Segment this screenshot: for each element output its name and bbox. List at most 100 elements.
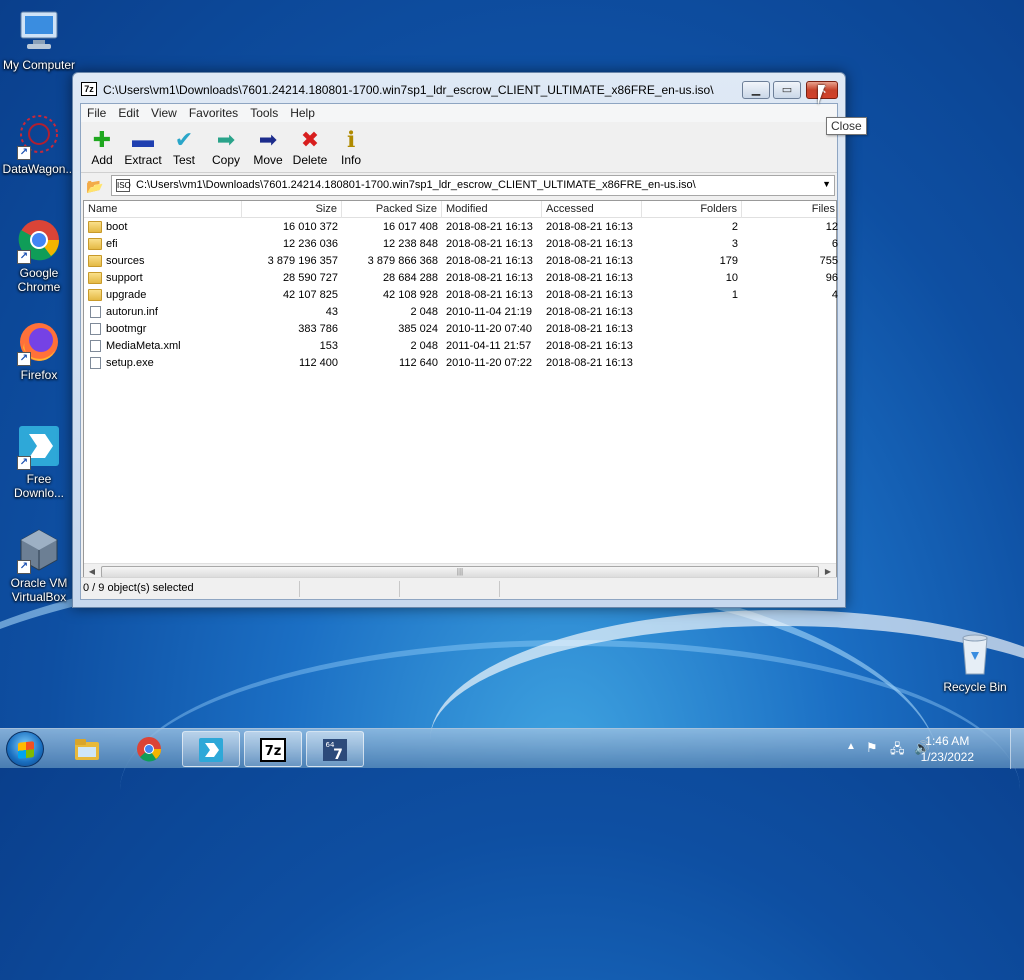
cell-size: 12 236 036 — [282, 238, 338, 250]
menu-edit[interactable]: Edit — [112, 104, 145, 122]
title-bar[interactable]: 7z C:\Users\vm1\Downloads\7601.24214.180… — [73, 73, 845, 103]
action-center-flag-icon[interactable]: ⚑ — [866, 740, 878, 756]
column-header-folders[interactable]: Folders — [642, 201, 742, 218]
cell-modified: 2010-11-04 21:19 — [446, 306, 533, 318]
column-header-files[interactable]: Files — [742, 201, 840, 218]
cell-packed-size: 3 879 866 368 — [367, 255, 438, 267]
status-divider — [499, 581, 500, 597]
status-divider — [299, 581, 300, 597]
cell-files: 12 — [825, 221, 838, 233]
taskbar-7zip-x64[interactable]: 64 7 — [306, 731, 364, 767]
cell-size: 28 590 727 — [282, 272, 338, 284]
chrome-icon — [137, 737, 162, 762]
cell-folders: 179 — [719, 255, 738, 267]
table-row[interactable]: efi 12 236 036 12 238 848 2018-08-21 16:13 2… — [84, 236, 838, 253]
taskbar-chrome[interactable] — [120, 731, 178, 767]
delete-button[interactable]: ✖ Delete — [291, 127, 329, 171]
address-path: C:\Users\vm1\Downloads\7601.24214.180801… — [136, 179, 696, 191]
folder-icon — [88, 255, 102, 267]
desktop-icon-datawagon[interactable]: ↗ DataWagon... — [0, 112, 78, 176]
column-header-packed-size[interactable]: Packed Size — [342, 201, 442, 218]
desktop-icon-my-computer[interactable]: My Computer — [0, 8, 78, 72]
cell-packed-size: 42 108 928 — [382, 289, 438, 301]
maximize-button[interactable]: ▭ — [773, 81, 801, 99]
menu-favorites[interactable]: Favorites — [183, 104, 244, 122]
copy-arrow-icon: ➡ — [216, 127, 236, 152]
explorer-folder-icon — [75, 739, 99, 760]
recycle-bin-icon — [951, 630, 999, 678]
menu-view[interactable]: View — [145, 104, 183, 122]
taskbar: 7z 64 7 ▲ ⚑ 🖧 🔊 1:46 AM 1/23/2022 — [0, 728, 1024, 769]
show-hidden-icons-icon[interactable]: ▲ — [846, 741, 856, 752]
test-button[interactable]: ✔ Test — [167, 127, 201, 171]
network-icon[interactable]: 🖧 — [890, 740, 905, 762]
desktop-icon-label: Google Chrome — [17, 266, 61, 294]
cell-accessed: 2018-08-21 16:13 — [546, 306, 633, 318]
cell-folders: 1 — [731, 289, 738, 301]
column-header-accessed[interactable]: Accessed — [542, 201, 642, 218]
file-icon — [90, 340, 101, 352]
cell-files — [742, 304, 838, 321]
cell-packed-size: 16 017 408 — [382, 221, 438, 233]
minimize-button[interactable]: ▁ — [742, 81, 770, 99]
table-row[interactable]: autorun.inf 43 2 048 2010-11-04 21:19 2018-0… — [84, 304, 836, 321]
7zip-app-icon: 7z — [81, 82, 97, 96]
table-row[interactable]: bootmgr 383 786 385 024 2010-11-20 07:40 201… — [84, 321, 836, 338]
up-folder-button[interactable]: 📂 — [83, 176, 107, 196]
check-chevron-icon: ✔ — [174, 127, 194, 152]
chrome-icon: ↗ — [15, 216, 63, 264]
table-row[interactable]: boot 16 010 372 16 017 408 2018-08-21 16:13… — [84, 219, 838, 236]
add-button[interactable]: ✚ Add — [85, 127, 119, 171]
cell-name: setup.exe — [106, 357, 154, 369]
menu-file[interactable]: File — [81, 104, 112, 122]
toolbar-label: Add — [91, 153, 113, 167]
taskbar-free-download-manager[interactable] — [182, 731, 240, 767]
system-clock[interactable]: 1:46 AM 1/23/2022 — [921, 733, 974, 765]
cell-modified: 2018-08-21 16:13 — [446, 255, 533, 267]
desktop-icon-free-download-manager[interactable]: ↗ Free Downlo... — [0, 422, 78, 500]
address-combobox[interactable]: ISO C:\Users\vm1\Downloads\7601.24214.18… — [111, 175, 835, 196]
desktop-icon-virtualbox[interactable]: ↗ Oracle VM VirtualBox — [0, 526, 78, 604]
cell-accessed: 2018-08-21 16:13 — [546, 238, 633, 250]
cell-name: autorun.inf — [106, 306, 158, 318]
taskbar-7zip[interactable]: 7z — [244, 731, 302, 767]
folder-icon — [88, 289, 102, 301]
column-header-size[interactable]: Size — [242, 201, 342, 218]
shortcut-arrow-icon: ↗ — [17, 146, 31, 160]
cell-size: 43 — [325, 306, 338, 318]
table-row[interactable]: support 28 590 727 28 684 288 2018-08-21 16… — [84, 270, 838, 287]
desktop-icon-firefox[interactable]: ↗ Firefox — [0, 318, 78, 382]
table-row[interactable]: setup.exe 112 400 112 640 2010-11-20 07:22 2… — [84, 355, 836, 372]
copy-button[interactable]: ➡ Copy — [209, 127, 243, 171]
menu-bar: File Edit View Favorites Tools Help — [81, 104, 837, 122]
toolbar-label: Move — [253, 153, 283, 167]
cell-name: support — [106, 272, 143, 284]
move-button[interactable]: ➡ Move — [251, 127, 285, 171]
window-title: C:\Users\vm1\Downloads\7601.24214.180801… — [103, 83, 714, 97]
desktop-icon-google-chrome[interactable]: ↗ Google Chrome — [0, 216, 78, 294]
dropdown-arrow-icon[interactable]: ▼ — [822, 179, 831, 189]
desktop-icon-recycle-bin[interactable]: Recycle Bin — [936, 630, 1014, 694]
cell-size: 383 786 — [298, 323, 338, 335]
table-row[interactable]: MediaMeta.xml 153 2 048 2011-04-11 21:57 201… — [84, 338, 836, 355]
info-button[interactable]: ℹ Info — [335, 127, 367, 171]
file-list[interactable]: Name Size Packed Size Modified Accessed … — [83, 200, 840, 580]
extract-button[interactable]: ▬ Extract — [121, 127, 165, 171]
column-header-modified[interactable]: Modified — [442, 201, 542, 218]
taskbar-explorer[interactable] — [58, 731, 116, 767]
table-row[interactable]: upgrade 42 107 825 42 108 928 2018-08-21 16… — [84, 287, 838, 304]
firefox-icon: ↗ — [15, 318, 63, 366]
computer-icon — [15, 8, 63, 56]
table-row[interactable]: sources 3 879 196 357 3 879 866 368 2018-08… — [84, 253, 838, 270]
menu-help[interactable]: Help — [284, 104, 321, 122]
show-desktop-button[interactable] — [1010, 729, 1024, 769]
cell-files — [742, 355, 838, 372]
cell-packed-size: 2 048 — [410, 340, 438, 352]
cell-name: bootmgr — [106, 323, 147, 335]
cell-packed-size: 112 640 — [399, 357, 438, 369]
desktop-icon-label: My Computer — [2, 58, 76, 72]
menu-tools[interactable]: Tools — [244, 104, 284, 122]
column-header-name[interactable]: Name — [84, 201, 242, 218]
start-button[interactable] — [6, 731, 44, 767]
cell-packed-size: 2 048 — [410, 306, 438, 318]
